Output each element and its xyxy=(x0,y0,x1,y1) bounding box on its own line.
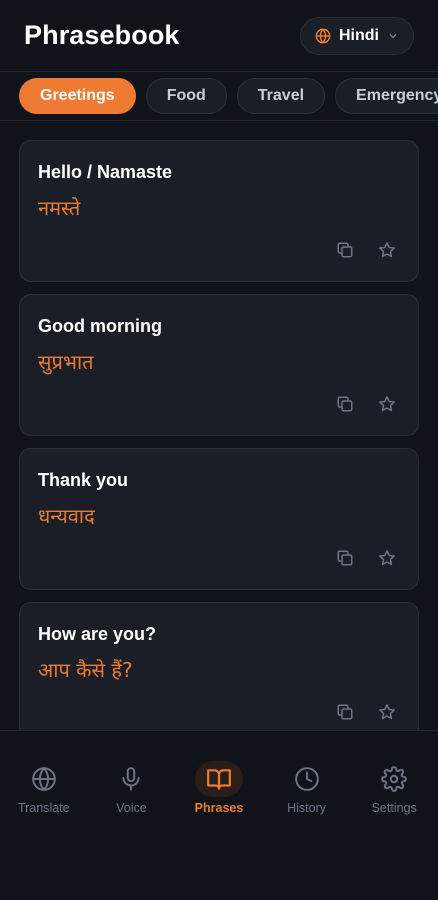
gear-icon xyxy=(381,766,408,792)
microphone-icon xyxy=(122,767,140,791)
star-icon[interactable] xyxy=(378,395,396,413)
copy-icon[interactable] xyxy=(336,395,354,413)
nav-label: Phrases xyxy=(194,801,244,815)
nav-settings[interactable]: Settings xyxy=(354,761,434,900)
bottom-nav: Translate Voice Phrases History Settings xyxy=(0,730,438,900)
nav-voice[interactable]: Voice xyxy=(91,761,171,900)
nav-label: Voice xyxy=(116,801,147,815)
app: Phrasebook Hindi Greetings Food Travel E… xyxy=(0,0,438,900)
phrase-translation: धन्यवाद xyxy=(38,504,95,528)
language-select[interactable]: Hindi xyxy=(300,16,414,55)
globe-icon xyxy=(315,27,331,44)
header: Phrasebook Hindi xyxy=(0,0,438,72)
phrase-card: How are you? आप कैसे हैं? xyxy=(19,602,419,730)
phrase-english: Hello / Namaste xyxy=(38,162,173,182)
phrase-english: Thank you xyxy=(38,470,129,490)
language-label: Hindi xyxy=(339,26,379,44)
tab-food[interactable]: Food xyxy=(145,78,227,114)
category-tabs: Greetings Food Travel Emergency xyxy=(0,72,438,121)
book-icon xyxy=(207,769,231,790)
copy-icon[interactable] xyxy=(336,703,354,721)
nav-label: History xyxy=(287,801,327,815)
phrase-english: Good morning xyxy=(38,316,162,336)
phrase-card: Thank you धन्यवाद xyxy=(19,448,419,590)
phrase-english: How are you? xyxy=(38,624,157,644)
chevron-down-icon xyxy=(387,30,399,42)
phrase-card: Hello / Namaste नमस्ते xyxy=(19,140,419,282)
phrase-translation: सुप्रभात xyxy=(38,350,94,374)
tab-greetings[interactable]: Greetings xyxy=(19,78,136,114)
nav-label: Settings xyxy=(371,801,417,815)
nav-history[interactable]: History xyxy=(267,761,347,900)
nav-label: Translate xyxy=(17,801,70,815)
card-actions xyxy=(336,395,396,413)
star-icon[interactable] xyxy=(378,241,396,259)
page-title: Phrasebook xyxy=(24,20,180,50)
clock-icon xyxy=(294,767,319,791)
card-actions xyxy=(336,703,396,721)
star-icon[interactable] xyxy=(378,703,396,721)
phrase-list: Hello / Namaste नमस्ते Good morning सुप्… xyxy=(0,122,438,730)
star-icon[interactable] xyxy=(378,549,396,567)
card-actions xyxy=(336,549,396,567)
nav-translate[interactable]: Translate xyxy=(4,761,84,900)
copy-icon[interactable] xyxy=(336,549,354,567)
tab-travel[interactable]: Travel xyxy=(236,78,326,114)
phrase-translation: नमस्ते xyxy=(38,196,81,220)
tab-emergency[interactable]: Emergency xyxy=(335,78,438,114)
phrase-translation: आप कैसे हैं? xyxy=(38,658,133,682)
copy-icon[interactable] xyxy=(336,241,354,259)
card-actions xyxy=(336,241,396,259)
phrase-card: Good morning सुप्रभात xyxy=(19,294,419,436)
nav-phrases[interactable]: Phrases xyxy=(179,761,259,900)
globe-icon xyxy=(31,766,56,792)
